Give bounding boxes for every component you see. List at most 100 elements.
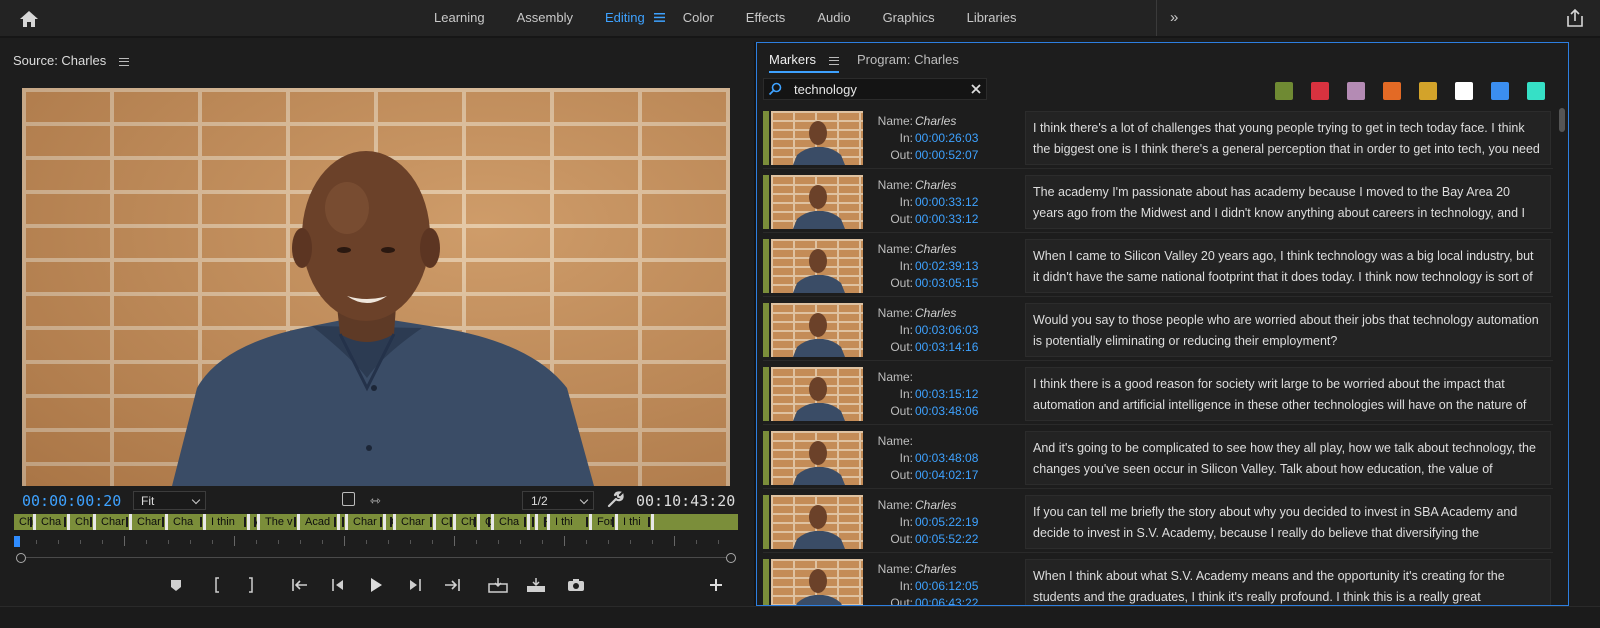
strip-marker[interactable]: Ch xyxy=(456,514,480,530)
overwrite-button[interactable] xyxy=(525,574,547,596)
marker-row[interactable]: Name: Charles In: 00:02:39:13 Out: 00:03:05:1… xyxy=(763,237,1553,297)
marker-row[interactable]: Name: In: 00:03:48:08 Out: 00:04:02:17 And it… xyxy=(763,429,1553,489)
clip-marker-strip[interactable]: ChChaChCharCharChaI thinAThe vAcadCharCC… xyxy=(14,514,738,530)
marker-thumbnail[interactable] xyxy=(771,495,863,549)
zoom-select[interactable]: Fit xyxy=(133,491,206,510)
export-frame-button[interactable] xyxy=(565,574,587,596)
strip-marker[interactable]: P xyxy=(538,514,550,530)
safe-margins-icon[interactable] xyxy=(342,492,355,506)
scrollbar-start-handle[interactable] xyxy=(16,553,26,563)
strip-marker[interactable]: C xyxy=(480,514,494,530)
marker-comment[interactable]: And it's going to be complicated to see … xyxy=(1025,431,1551,485)
marker-out-timecode[interactable]: 00:00:33:12 xyxy=(915,211,978,228)
mark-out-button[interactable] xyxy=(240,574,262,596)
scrollbar-thumb[interactable] xyxy=(1559,108,1565,132)
wrench-icon[interactable] xyxy=(606,491,624,509)
strip-marker[interactable] xyxy=(530,514,538,530)
marker-comment[interactable]: I think there's a lot of challenges that… xyxy=(1025,111,1551,165)
zoom-scrollbar[interactable] xyxy=(16,553,736,563)
marker-row[interactable]: Name: Charles In: 00:06:12:05 Out: 00:06:43:2… xyxy=(763,557,1553,605)
marker-in-timecode[interactable]: 00:00:33:12 xyxy=(915,194,978,211)
scrollbar-end-handle[interactable] xyxy=(726,553,736,563)
step-forward-button[interactable] xyxy=(404,574,426,596)
step-back-button[interactable] xyxy=(327,574,349,596)
strip-marker[interactable]: I thin xyxy=(206,514,250,530)
marker-out-timecode[interactable]: 00:03:48:06 xyxy=(915,403,978,420)
strip-marker[interactable]: Cha xyxy=(168,514,206,530)
color-filter-swatch[interactable] xyxy=(1347,82,1365,100)
strip-marker[interactable]: For xyxy=(592,514,618,530)
marker-out-timecode[interactable]: 00:00:52:07 xyxy=(915,147,978,164)
marker-thumbnail[interactable] xyxy=(771,431,863,485)
play-button[interactable] xyxy=(365,574,387,596)
source-panel-title[interactable]: Source: Charles xyxy=(13,53,129,68)
marker-row[interactable]: Name: Charles In: 00:03:06:03 Out: 00:03:14:1… xyxy=(763,301,1553,361)
tab-markers[interactable]: Markers xyxy=(769,52,839,73)
color-filter-swatch[interactable] xyxy=(1419,82,1437,100)
tab-program[interactable]: Program: Charles xyxy=(857,52,959,67)
marker-row[interactable]: Name: Charles In: 00:00:33:12 Out: 00:00:33:1… xyxy=(763,173,1553,233)
marker-out-timecode[interactable]: 00:03:05:15 xyxy=(915,275,978,292)
strip-marker[interactable]: Ch xyxy=(14,514,36,530)
strip-marker[interactable]: Cl xyxy=(436,514,456,530)
tab-editing[interactable]: Editing xyxy=(589,0,665,36)
marker-name[interactable]: Charles xyxy=(915,177,956,194)
marker-thumbnail[interactable] xyxy=(771,111,863,165)
tab-graphics[interactable]: Graphics xyxy=(867,0,951,36)
strip-marker[interactable]: Char xyxy=(132,514,168,530)
mark-in-button[interactable] xyxy=(206,574,228,596)
strip-marker[interactable]: Char xyxy=(396,514,436,530)
marker-in-timecode[interactable]: 00:06:12:05 xyxy=(915,578,978,595)
marker-thumbnail[interactable] xyxy=(771,367,863,421)
panel-menu-icon[interactable] xyxy=(828,56,839,65)
tab-learning[interactable]: Learning xyxy=(418,0,501,36)
strip-marker[interactable]: Char xyxy=(348,514,386,530)
marker-list-scrollbar[interactable] xyxy=(1557,102,1567,606)
marker-row[interactable]: Name: Charles In: 00:05:22:19 Out: 00:05:52:2… xyxy=(763,493,1553,553)
drag-video-audio-icon[interactable]: ⇿ xyxy=(370,493,381,509)
workspace-menu-icon[interactable] xyxy=(653,13,665,22)
insert-button[interactable] xyxy=(487,574,509,596)
strip-marker[interactable]: Acad xyxy=(300,514,340,530)
more-workspaces-button[interactable]: » xyxy=(1170,9,1178,26)
strip-marker[interactable]: I thi xyxy=(550,514,592,530)
marker-comment[interactable]: Would you say to those people who are wo… xyxy=(1025,303,1551,357)
current-timecode[interactable]: 00:00:00:20 xyxy=(22,492,121,510)
playback-resolution-select[interactable]: 1/2 xyxy=(522,491,594,510)
tab-libraries[interactable]: Libraries xyxy=(951,0,1033,36)
color-filter-swatch[interactable] xyxy=(1383,82,1401,100)
playhead[interactable] xyxy=(14,536,20,547)
strip-marker[interactable]: The v xyxy=(260,514,300,530)
marker-in-timecode[interactable]: 00:00:26:03 xyxy=(915,130,978,147)
marker-out-timecode[interactable]: 00:06:43:22 xyxy=(915,595,978,605)
marker-in-timecode[interactable]: 00:03:06:03 xyxy=(915,322,978,339)
marker-name[interactable]: Charles xyxy=(915,305,956,322)
clear-search-icon[interactable] xyxy=(969,82,983,96)
marker-thumbnail[interactable] xyxy=(771,303,863,357)
marker-thumbnail[interactable] xyxy=(771,559,863,605)
marker-comment[interactable]: The academy I'm passionate about has aca… xyxy=(1025,175,1551,229)
add-marker-button[interactable] xyxy=(165,574,187,596)
strip-marker[interactable]: I thi xyxy=(618,514,654,530)
tab-color[interactable]: Color xyxy=(667,0,730,36)
strip-marker[interactable]: Char xyxy=(96,514,132,530)
share-icon[interactable] xyxy=(1565,8,1585,28)
strip-marker[interactable]: C xyxy=(386,514,396,530)
home-icon[interactable] xyxy=(18,8,40,30)
tab-assembly[interactable]: Assembly xyxy=(501,0,589,36)
color-filter-swatch[interactable] xyxy=(1311,82,1329,100)
marker-row[interactable]: Name: In: 00:03:15:12 Out: 00:03:48:06 I thin… xyxy=(763,365,1553,425)
tab-audio[interactable]: Audio xyxy=(801,0,866,36)
marker-out-timecode[interactable]: 00:05:52:22 xyxy=(915,531,978,548)
search-input[interactable] xyxy=(794,81,964,97)
marker-out-timecode[interactable]: 00:03:14:16 xyxy=(915,339,978,356)
marker-name[interactable]: Charles xyxy=(915,113,956,130)
marker-thumbnail[interactable] xyxy=(771,175,863,229)
marker-row[interactable]: Name: Charles In: 00:00:26:03 Out: 00:00:52:0… xyxy=(763,109,1553,169)
go-to-out-button[interactable] xyxy=(441,574,463,596)
marker-out-timecode[interactable]: 00:04:02:17 xyxy=(915,467,978,484)
strip-marker[interactable] xyxy=(340,514,348,530)
source-video-frame[interactable] xyxy=(22,88,730,486)
color-filter-swatch[interactable] xyxy=(1527,82,1545,100)
strip-marker[interactable]: A xyxy=(250,514,260,530)
